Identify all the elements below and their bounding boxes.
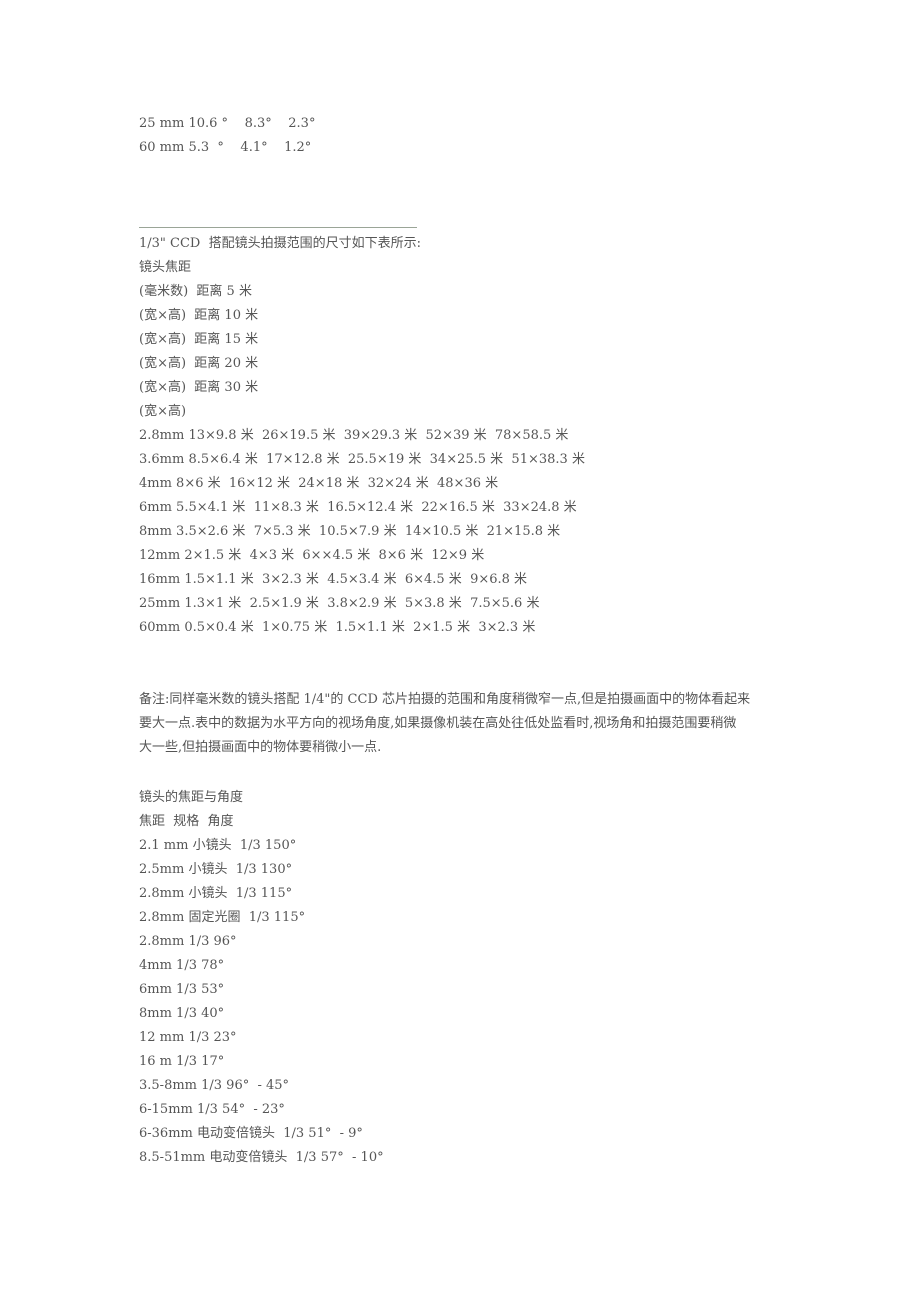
- section-title: 1/3" CCD 搭配镜头拍摄范围的尺寸如下表所示:: [139, 236, 421, 251]
- table-header-line: (宽×高) 距离 15 米: [139, 332, 259, 347]
- table-row: 6-15mm 1/3 54° - 23°: [139, 1102, 285, 1117]
- table-row: 4mm 1/3 78°: [139, 958, 225, 973]
- table-row: 3.5-8mm 1/3 96° - 45°: [139, 1078, 290, 1093]
- note-line: 备注:同样毫米数的镜头搭配 1/4"的 CCD 芯片拍摄的范围和角度稍微窄一点,…: [139, 692, 751, 707]
- table-row: 16 m 1/3 17°: [139, 1054, 225, 1069]
- table-header-line: (宽×高) 距离 10 米: [139, 308, 259, 323]
- table-header-line: (宽×高) 距离 30 米: [139, 380, 259, 395]
- table-row: 12mm 2×1.5 米 4×3 米 6××4.5 米 8×6 米 12×9 米: [139, 548, 485, 563]
- ccd-range-section: 1/3" CCD 搭配镜头拍摄范围的尺寸如下表所示: 镜头焦距 (毫米数) 距离…: [139, 232, 585, 640]
- table-row: 12 mm 1/3 23°: [139, 1030, 237, 1045]
- table-header-line: 镜头焦距: [139, 260, 192, 275]
- table-row: 25mm 1.3×1 米 2.5×1.9 米 3.8×2.9 米 5×3.8 米…: [139, 596, 540, 611]
- table-row: 8.5-51mm 电动变倍镜头 1/3 57° - 10°: [139, 1150, 384, 1165]
- note-line: 要大一点.表中的数据为水平方向的视场角度,如果摄像机装在高处往低处监看时,视场角…: [139, 716, 737, 731]
- table-row: 2.8mm 13×9.8 米 26×19.5 米 39×29.3 米 52×39…: [139, 428, 569, 443]
- table-row: 6mm 1/3 53°: [139, 982, 225, 997]
- table-row: 2.5mm 小镜头 1/3 130°: [139, 862, 293, 877]
- section-title: 镜头的焦距与角度: [139, 790, 244, 805]
- table-header: 焦距 规格 角度: [139, 814, 234, 829]
- table-row: 60mm 0.5×0.4 米 1×0.75 米 1.5×1.1 米 2×1.5 …: [139, 620, 536, 635]
- table-row: 3.6mm 8.5×6.4 米 17×12.8 米 25.5×19 米 34×2…: [139, 452, 585, 467]
- table-row: 8mm 3.5×2.6 米 7×5.3 米 10.5×7.9 米 14×10.5…: [139, 524, 561, 539]
- angle-row: 60 mm 5.3 ° 4.1° 1.2°: [139, 140, 312, 155]
- table-header-line: (宽×高) 距离 20 米: [139, 356, 259, 371]
- table-row: 2.8mm 小镜头 1/3 115°: [139, 886, 293, 901]
- note-paragraph: 备注:同样毫米数的镜头搭配 1/4"的 CCD 芯片拍摄的范围和角度稍微窄一点,…: [139, 688, 799, 760]
- table-row: 6-36mm 电动变倍镜头 1/3 51° - 9°: [139, 1126, 363, 1141]
- table-header-line: (毫米数) 距离 5 米: [139, 284, 252, 299]
- horizontal-rule: [139, 227, 417, 228]
- note-line: 大一些,但拍摄画面中的物体要稍微小一点.: [139, 740, 382, 755]
- focal-angle-section: 镜头的焦距与角度 焦距 规格 角度 2.1 mm 小镜头 1/3 150° 2.…: [139, 786, 384, 1170]
- table-header-line: (宽×高): [139, 404, 187, 419]
- table-row: 16mm 1.5×1.1 米 3×2.3 米 4.5×3.4 米 6×4.5 米…: [139, 572, 528, 587]
- table-row: 6mm 5.5×4.1 米 11×8.3 米 16.5×12.4 米 22×16…: [139, 500, 577, 515]
- top-angle-rows: 25 mm 10.6 ° 8.3° 2.3° 60 mm 5.3 ° 4.1° …: [139, 112, 315, 160]
- table-row: 2.8mm 1/3 96°: [139, 934, 237, 949]
- angle-row: 25 mm 10.6 ° 8.3° 2.3°: [139, 116, 316, 131]
- table-row: 8mm 1/3 40°: [139, 1006, 225, 1021]
- table-row: 2.8mm 固定光圈 1/3 115°: [139, 910, 306, 925]
- table-row: 4mm 8×6 米 16×12 米 24×18 米 32×24 米 48×36 …: [139, 476, 499, 491]
- table-row: 2.1 mm 小镜头 1/3 150°: [139, 838, 297, 853]
